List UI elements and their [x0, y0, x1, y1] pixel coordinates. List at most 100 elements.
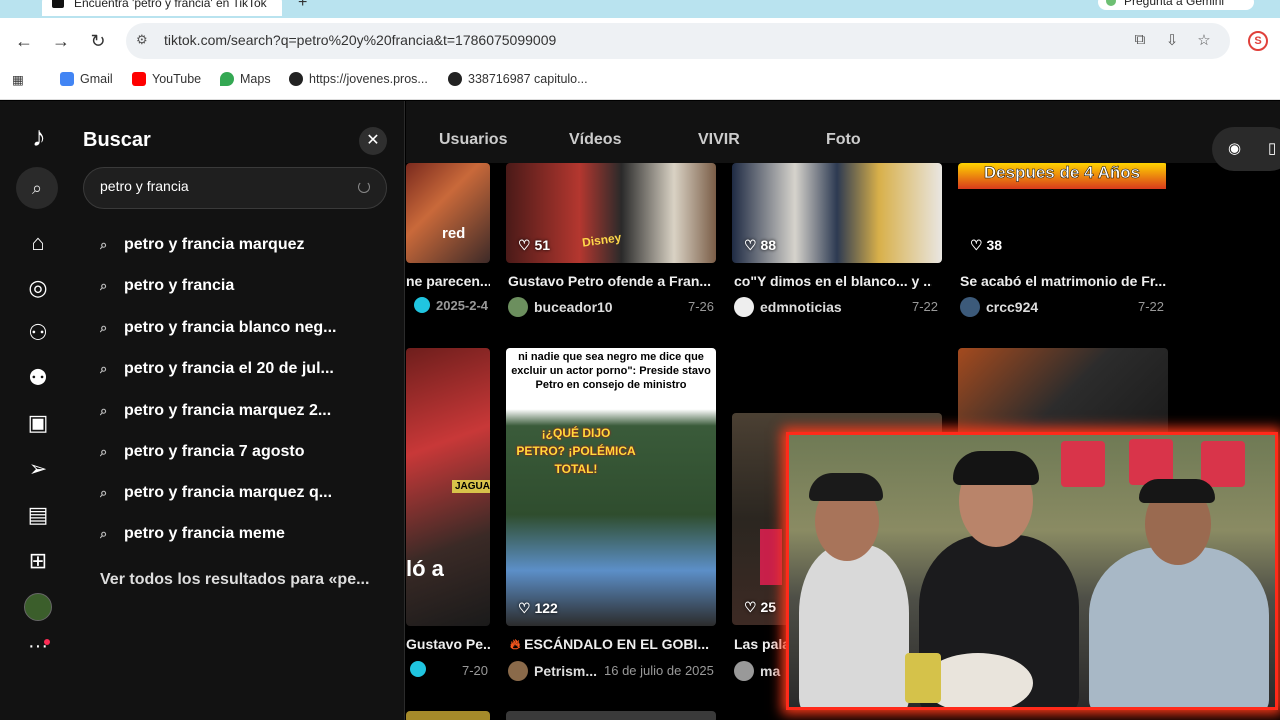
video-thumbnail[interactable]: [506, 711, 716, 720]
install-app-icon[interactable]: ⇩: [1162, 31, 1182, 51]
device-icon[interactable]: ▯: [1268, 139, 1276, 157]
video-date: 7-20: [462, 663, 489, 678]
more-options-icon[interactable]: ···: [24, 635, 52, 663]
close-icon[interactable]: ✕: [359, 127, 387, 155]
video-title[interactable]: Gustavo Petro ofende a Fran...: [508, 273, 716, 289]
search-icon: ⌕: [100, 361, 108, 376]
suggestion-item[interactable]: ⌕ petro y francia marquez q...: [100, 476, 390, 510]
suggestion-label: petro y francia meme: [124, 525, 285, 542]
browser-tab[interactable]: Encuentra 'petro y francia' en TikTok: [42, 0, 282, 16]
thumbnail-caption: red: [442, 225, 466, 242]
video-title[interactable]: Gustavo Pe...: [406, 636, 490, 652]
site-info-icon[interactable]: ⚙: [136, 32, 154, 50]
tiktok-favicon-icon: [52, 0, 64, 8]
tiktok-logo-icon[interactable]: ♪: [24, 121, 54, 153]
music-disc-icon[interactable]: ◉: [1228, 139, 1241, 157]
profile-avatar[interactable]: [24, 593, 52, 621]
author-avatar: [734, 661, 754, 681]
thumbnail-caption: Despues de 4 Años: [983, 163, 1141, 182]
tab-foto[interactable]: Foto: [826, 131, 861, 149]
video-author[interactable]: [410, 661, 426, 677]
bookmark-capitulo[interactable]: 338716987 capitulo...: [448, 72, 588, 86]
video-title[interactable]: Se acabó el matrimonio de Fr...: [960, 273, 1168, 289]
video-author[interactable]: ma: [734, 661, 780, 681]
video-thumbnail[interactable]: red: [406, 163, 490, 263]
browser-tab-title: Encuentra 'petro y francia' en TikTok: [74, 0, 267, 10]
extension-icon[interactable]: S: [1248, 31, 1268, 51]
search-input[interactable]: [100, 178, 350, 194]
video-thumbnail[interactable]: Disney ♡ 51: [506, 163, 716, 263]
bookmark-label: 338716987 capitulo...: [468, 72, 588, 86]
gemini-button[interactable]: Pregunta a Gemini: [1098, 0, 1254, 10]
forward-arrow-icon[interactable]: →: [48, 28, 74, 54]
search-icon[interactable]: ⌕: [16, 167, 58, 209]
thumbnail-banner: [760, 529, 782, 585]
reload-icon[interactable]: ↻: [85, 28, 111, 54]
bookmark-jovenes[interactable]: https://jovenes.pros...: [289, 72, 428, 86]
upload-plus-icon[interactable]: ⊞: [24, 547, 52, 575]
wall-jersey: [1201, 441, 1245, 487]
search-icon: ⌕: [100, 320, 108, 335]
bookmark-maps[interactable]: Maps: [220, 72, 271, 86]
search-field[interactable]: [83, 167, 387, 209]
suggestion-item[interactable]: ⌕ petro y francia marquez 2...: [100, 394, 390, 428]
video-title[interactable]: co"Y dimos en el blanco... y ...: [734, 273, 932, 289]
video-author[interactable]: crcc924: [960, 297, 1038, 317]
video-thumbnail[interactable]: JAGUAR ló a: [406, 348, 490, 626]
author-name: edmnoticias: [760, 299, 842, 315]
inbox-icon[interactable]: ▤: [24, 501, 52, 529]
address-bar[interactable]: ⚙ tiktok.com/search?q=petro%20y%20franci…: [126, 23, 1230, 59]
results-tabs: Usuarios Vídeos VIVIR Foto ◉ ▯: [406, 101, 1280, 171]
video-author[interactable]: buceador10: [508, 297, 613, 317]
address-url[interactable]: tiktok.com/search?q=petro%20y%20francia&…: [164, 32, 556, 48]
home-icon[interactable]: ⌂: [24, 229, 52, 257]
author-avatar: [734, 297, 754, 317]
search-panel: Buscar ✕ ⌕ petro y francia marquez ⌕ petro…: [76, 101, 405, 720]
video-thumbnail[interactable]: ♡ 88: [732, 163, 942, 263]
friends-icon[interactable]: ⚉: [24, 364, 52, 392]
tab-usuarios[interactable]: Usuarios: [439, 131, 507, 149]
fire-icon: 🔥︎: [510, 636, 521, 652]
back-arrow-icon[interactable]: ←: [11, 28, 37, 54]
youtube-icon: [132, 72, 146, 86]
video-title[interactable]: 🔥︎ ESCÁNDALO EN EL GOBI...: [510, 636, 716, 653]
suggestion-item[interactable]: ⌕ petro y francia el 20 de jul...: [100, 352, 390, 386]
thumbnail-caption: ni nadie que sea negro me dice que exclu…: [511, 351, 711, 391]
see-all-results-link[interactable]: Ver todos los resultados para «pe...: [100, 571, 369, 589]
like-count-value: 122: [534, 600, 558, 616]
following-icon[interactable]: ⚇: [24, 319, 52, 347]
suggestion-item[interactable]: ⌕ petro y francia: [100, 269, 390, 303]
author-name: crcc924: [986, 299, 1039, 315]
translate-icon[interactable]: ⧉: [1130, 31, 1150, 51]
like-count: ♡ 51: [518, 237, 551, 253]
bookmark-gmail[interactable]: Gmail: [60, 72, 113, 86]
suggestion-item[interactable]: ⌕ petro y francia marquez: [100, 228, 390, 262]
tiktok-sidebar: ♪ ⌕ ⌂ ◎ ⚇ ⚉ ▣ ➢ ▤ ⊞ ···: [0, 101, 76, 720]
search-icon: ⌕: [100, 485, 108, 500]
suggestion-item[interactable]: ⌕ petro y francia meme: [100, 517, 390, 551]
video-thumbnail[interactable]: [406, 711, 490, 720]
tab-vivir[interactable]: VIVIR: [698, 131, 740, 149]
video-thumbnail[interactable]: Despues de 4 Años ♡ 38: [958, 163, 1168, 263]
new-tab-button[interactable]: +: [298, 0, 307, 12]
video-author[interactable]: Petrism...: [508, 661, 597, 681]
gemini-label: Pregunta a Gemini: [1124, 0, 1225, 8]
author-avatar: [508, 661, 528, 681]
video-thumbnail[interactable]: ni nadie que sea negro me dice que exclu…: [506, 348, 716, 626]
live-icon[interactable]: ▣: [24, 409, 52, 437]
video-author[interactable]: 2025-2-4: [414, 297, 488, 313]
apps-grid-icon[interactable]: ▦: [12, 72, 24, 87]
messages-send-icon[interactable]: ➢: [24, 455, 52, 483]
suggestion-item[interactable]: ⌕ petro y francia blanco neg...: [100, 311, 390, 345]
video-title[interactable]: Las pala: [734, 636, 794, 652]
video-author[interactable]: edmnoticias: [734, 297, 842, 317]
explore-compass-icon[interactable]: ◎: [24, 274, 52, 302]
bookmark-youtube[interactable]: YouTube: [132, 72, 201, 86]
video-title[interactable]: ne parecen...: [406, 273, 490, 289]
bookmark-star-icon[interactable]: ☆: [1194, 31, 1214, 51]
suggestion-label: petro y francia el 20 de jul...: [124, 360, 334, 377]
suggestion-item[interactable]: ⌕ petro y francia 7 agosto: [100, 435, 390, 469]
video-date: 7-22: [912, 299, 939, 314]
like-count: ♡ 122: [518, 600, 558, 616]
tab-videos[interactable]: Vídeos: [569, 131, 621, 149]
